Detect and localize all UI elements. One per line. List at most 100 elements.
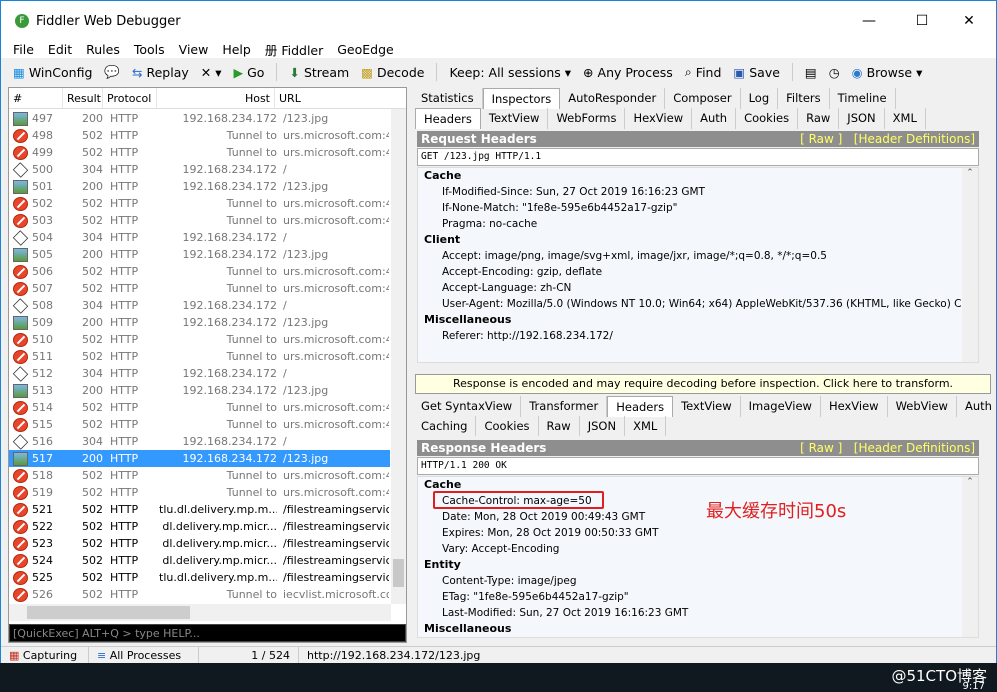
- minimize-button[interactable]: —: [859, 13, 879, 29]
- tab-textview[interactable]: TextView: [673, 396, 741, 417]
- decode-notice-bar[interactable]: Response is encoded and may require deco…: [415, 374, 991, 394]
- tab-raw[interactable]: Raw: [798, 108, 840, 129]
- table-row[interactable]: 512 304 HTTP 192.168.234.172 /: [9, 365, 390, 382]
- response-raw-link[interactable]: [ Raw ]: [800, 441, 842, 455]
- comment-button[interactable]: 💬: [100, 64, 124, 80]
- tab-hexview[interactable]: HexView: [625, 108, 693, 129]
- table-row[interactable]: 514 502 HTTP Tunnel to urs.microsoft.com:443: [9, 399, 390, 416]
- table-row[interactable]: 497 200 HTTP 192.168.234.172/123.jpg: [9, 110, 390, 127]
- keep-sessions-dropdown[interactable]: Keep: All sessions ▾: [445, 65, 575, 80]
- menu-view[interactable]: View: [179, 42, 209, 57]
- tab-caching[interactable]: Caching: [413, 416, 477, 436]
- table-row[interactable]: 515 502 HTTP Tunnel to urs.microsoft.com:443: [9, 416, 390, 433]
- column-url[interactable]: URL: [275, 88, 390, 108]
- header-item[interactable]: Pragma: no-cache: [418, 216, 978, 232]
- tab-get-syntaxview[interactable]: Get SyntaxView: [413, 396, 522, 417]
- tab-webforms[interactable]: WebForms: [548, 108, 626, 129]
- save-button[interactable]: ▣ Save: [729, 65, 784, 80]
- find-button[interactable]: ⌕ Find: [681, 64, 726, 80]
- request-raw-link[interactable]: [ Raw ]: [800, 132, 842, 146]
- tab-raw[interactable]: Raw: [539, 416, 580, 436]
- tab-xml[interactable]: XML: [885, 108, 926, 129]
- tab-timeline[interactable]: Timeline: [830, 88, 896, 109]
- table-row[interactable]: 511 502 HTTP Tunnel to urs.microsoft.com:443: [9, 348, 390, 365]
- column-host[interactable]: Host: [157, 88, 275, 108]
- column-id[interactable]: #: [9, 88, 63, 108]
- table-row[interactable]: 508 304 HTTP 192.168.234.172 /: [9, 297, 390, 314]
- table-row[interactable]: 524 502 HTTP dl.delivery.mp.micr... /filestr…: [9, 552, 390, 569]
- table-row[interactable]: 499 502 HTTP Tunnel to urs.microsoft.com:443: [9, 144, 390, 161]
- remove-button[interactable]: ✕ ▾: [197, 65, 226, 80]
- header-item[interactable]: Expires: Mon, 28 Oct 2019 00:50:33 GMT: [418, 525, 978, 541]
- table-row[interactable]: 513 200 HTTP 192.168.234.172/123.jpg: [9, 382, 390, 399]
- header-item[interactable]: Accept: image/png, image/svg+xml, image/…: [418, 248, 978, 264]
- menu-file[interactable]: File: [13, 42, 34, 57]
- menu-fiddler[interactable]: 册 Fiddler: [265, 40, 323, 59]
- table-row[interactable]: 509 200 HTTP 192.168.234.172/123.jpg: [9, 314, 390, 331]
- tab-textview[interactable]: TextView: [481, 108, 549, 129]
- header-item[interactable]: Date: Mon, 28 Oct 2019 00:49:43 GMT: [418, 509, 978, 525]
- tab-auth[interactable]: Auth: [957, 396, 997, 417]
- table-row[interactable]: 501 200 HTTP 192.168.234.172/123.jpg: [9, 178, 390, 195]
- tab-composer[interactable]: Composer: [665, 88, 741, 109]
- tab-headers[interactable]: Headers: [415, 108, 481, 129]
- tab-headers[interactable]: Headers: [607, 396, 674, 417]
- screenshot-button[interactable]: ▤: [801, 65, 821, 80]
- any-process-button[interactable]: ⊕ Any Process: [579, 65, 677, 80]
- timer-button[interactable]: ◷: [825, 65, 844, 80]
- go-button[interactable]: ▶ Go: [229, 65, 268, 80]
- table-row[interactable]: 500 304 HTTP 192.168.234.172 /: [9, 161, 390, 178]
- table-row[interactable]: 502 502 HTTP Tunnel to urs.microsoft.com:443: [9, 195, 390, 212]
- request-header-definitions-link[interactable]: [Header Definitions]: [854, 132, 975, 146]
- table-row[interactable]: 517 200 HTTP 192.168.234.172/123.jpg: [9, 450, 390, 467]
- response-header-definitions-link[interactable]: [Header Definitions]: [854, 441, 975, 455]
- header-item[interactable]: User-Agent: Mozilla/5.0 (Windows NT 10.0…: [418, 296, 978, 312]
- tab-imageview[interactable]: ImageView: [741, 396, 821, 417]
- table-row[interactable]: 503 502 HTTP Tunnel to urs.microsoft.com:443: [9, 212, 390, 229]
- table-row[interactable]: 507 502 HTTP Tunnel to urs.microsoft.com:443: [9, 280, 390, 297]
- column-result[interactable]: Result: [63, 88, 103, 108]
- tab-autoresponder[interactable]: AutoResponder: [560, 88, 666, 109]
- header-item[interactable]: Vary: Accept-Encoding: [418, 541, 978, 557]
- table-row[interactable]: 518 502 HTTP Tunnel to urs.microsoft.com:443: [9, 467, 390, 484]
- header-item[interactable]: If-None-Match: "1fe8e-595e6b4452a17-gzip…: [418, 200, 978, 216]
- menu-tools[interactable]: Tools: [134, 42, 165, 57]
- header-item[interactable]: Last-Modified: Sun, 27 Oct 2019 16:16:23…: [418, 605, 978, 621]
- replay-button[interactable]: ⇆ Replay: [128, 65, 193, 80]
- menu-rules[interactable]: Rules: [86, 42, 120, 57]
- vertical-scrollbar[interactable]: ⌃: [962, 477, 978, 637]
- vertical-scrollbar[interactable]: [391, 109, 406, 604]
- tab-auth[interactable]: Auth: [692, 108, 737, 129]
- decode-button[interactable]: ▩ Decode: [357, 65, 428, 80]
- tab-statistics[interactable]: Statistics: [413, 88, 483, 109]
- tab-webview[interactable]: WebView: [888, 396, 957, 417]
- menu-help[interactable]: Help: [222, 42, 251, 57]
- header-item[interactable]: Referer: http://192.168.234.172/: [418, 328, 978, 344]
- browse-button[interactable]: ◉ Browse ▾: [848, 65, 927, 80]
- winconfig-button[interactable]: ▦ WinConfig: [9, 65, 96, 80]
- tab-cookies[interactable]: Cookies: [736, 108, 799, 129]
- vertical-scrollbar[interactable]: ⌃: [962, 168, 978, 362]
- table-row[interactable]: 526 502 HTTP Tunnel to iecvlist.microsoft.co…: [9, 586, 390, 603]
- header-item[interactable]: If-Modified-Since: Sun, 27 Oct 2019 16:1…: [418, 184, 978, 200]
- column-protocol[interactable]: Protocol: [103, 88, 157, 108]
- stream-button[interactable]: ⬇ Stream: [285, 65, 353, 80]
- tab-filters[interactable]: Filters: [778, 88, 830, 109]
- maximize-button[interactable]: ☐: [912, 13, 932, 29]
- menu-edit[interactable]: Edit: [48, 42, 72, 57]
- table-row[interactable]: 498 502 HTTP Tunnel to urs.microsoft.com:443: [9, 127, 390, 144]
- tab-cookies[interactable]: Cookies: [476, 416, 539, 436]
- header-item[interactable]: Content-Type: image/jpeg: [418, 573, 978, 589]
- close-button[interactable]: ✕: [959, 13, 979, 29]
- table-row[interactable]: 523 502 HTTP dl.delivery.mp.micr... /filestr…: [9, 535, 390, 552]
- tab-xml[interactable]: XML: [625, 416, 667, 436]
- table-row[interactable]: 504 304 HTTP 192.168.234.172 /: [9, 229, 390, 246]
- tab-json[interactable]: JSON: [580, 416, 626, 436]
- process-filter[interactable]: ≡ All Processes: [89, 646, 199, 665]
- capturing-toggle[interactable]: ▦ Capturing: [1, 646, 89, 665]
- quickexec-input[interactable]: [QuickExec] ALT+Q > type HELP...: [9, 624, 406, 642]
- header-item[interactable]: Accept-Encoding: gzip, deflate: [418, 264, 978, 280]
- menu-geoedge[interactable]: GeoEdge: [337, 42, 393, 57]
- horizontal-scrollbar[interactable]: [9, 604, 391, 621]
- table-row[interactable]: 525 502 HTTP tlu.dl.delivery.mp.m... /filest…: [9, 569, 390, 586]
